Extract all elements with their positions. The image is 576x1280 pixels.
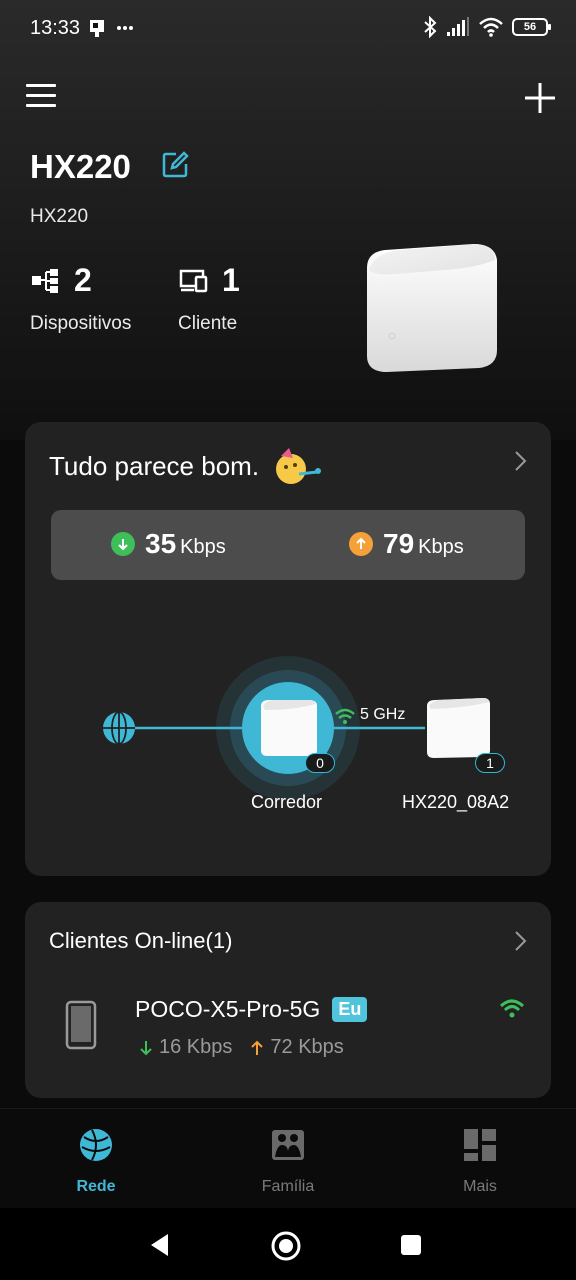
router-image [367,244,497,372]
band-label: 5 GHz [360,706,406,723]
devices-label: Dispositivos [30,313,132,334]
edit-icon[interactable] [160,150,190,180]
download-value: 35 [145,528,177,559]
nav-rede[interactable]: Rede [36,1127,156,1196]
download-arrow-icon [111,532,135,556]
client-speeds: 16 Kbps 72 Kbps [139,1036,344,1059]
satellite-node-count: 1 [475,753,505,773]
self-badge: Eu [332,997,368,1022]
bottom-navigation: Rede Família Mais [0,1108,576,1208]
client-devices-icon [179,269,208,292]
menu-button[interactable] [26,84,56,110]
internet-globe-icon[interactable] [103,711,135,745]
clients-title: Clientes On-line(1) [49,928,233,953]
main-node-router[interactable] [216,656,360,800]
device-subtitle: HX220 [30,206,89,227]
satellite-node-router[interactable] [427,698,490,758]
nav-familia[interactable]: Família [228,1127,348,1196]
devices-topology-icon [32,268,58,293]
clients-stat[interactable]: 1 Cliente [178,262,240,335]
more-dots-icon [117,26,133,30]
notification-app-icon [90,20,104,37]
upload-arrow-icon [251,1040,264,1055]
wifi-signal-icon [499,999,525,1018]
battery-indicator: 56 [512,18,551,36]
chevron-right-icon[interactable] [513,450,527,472]
nav-mais-label: Mais [463,1178,497,1195]
online-clients-card[interactable]: Clientes On-line(1) POCO-X5-Pro-5G Eu 16… [25,902,551,1098]
network-globe-icon [80,1129,112,1161]
main-node-count: 0 [305,753,335,773]
party-face-icon [276,448,322,484]
clients-count: 1 [222,262,240,298]
bluetooth-icon [424,16,437,38]
upload-arrow-icon [349,532,373,556]
recents-icon[interactable] [400,1234,422,1256]
download-speed: 35 Kbps [111,528,226,560]
speed-summary: 35 Kbps 79 Kbps [51,510,525,580]
client-upload: 72 Kbps [270,1036,344,1058]
home-icon[interactable] [270,1230,302,1262]
back-icon[interactable] [148,1232,172,1258]
clients-label: Cliente [178,313,238,334]
client-download: 16 Kbps [159,1036,233,1058]
nav-mais[interactable]: Mais [420,1127,540,1196]
upload-unit: Kbps [418,536,464,558]
status-title-row: Tudo parece bom. [49,446,323,486]
upload-speed: 79 Kbps [349,528,464,560]
status-time: 13:33 [30,17,81,39]
phone-icon [65,1000,97,1050]
devices-stat[interactable]: 2 Dispositivos [30,262,131,335]
nav-rede-label: Rede [76,1178,116,1195]
status-right-icons: 56 [422,16,551,38]
status-title: Tudo parece bom. [49,450,260,481]
status-bar: 13:33 56 [0,0,576,58]
network-topology: 5 GHz 0 1 Corredor HX220_08A2 [25,642,551,842]
wifi-status-icon [479,17,503,37]
chevron-right-icon[interactable] [513,930,527,952]
satellite-node-label: HX220_08A2 [402,792,510,812]
family-icon [272,1130,304,1160]
upload-value: 79 [383,528,415,559]
grid-more-icon [464,1129,496,1161]
network-status-card[interactable]: Tudo parece bom. 35 Kbps 79 Kbps 5 GHz 0… [25,422,551,876]
device-title: HX220 [30,148,131,185]
download-unit: Kbps [180,536,226,558]
add-icon[interactable] [522,80,558,116]
client-name: POCO-X5-Pro-5G [135,996,321,1022]
main-node-label: Corredor [251,792,323,812]
signal-icon [447,17,469,36]
system-navigation-bar [0,1208,576,1280]
client-row[interactable]: POCO-X5-Pro-5G Eu [135,996,368,1023]
nav-familia-label: Família [261,1178,315,1195]
download-arrow-icon [140,1040,152,1055]
status-notification-icons [88,18,134,38]
devices-count: 2 [74,262,92,298]
